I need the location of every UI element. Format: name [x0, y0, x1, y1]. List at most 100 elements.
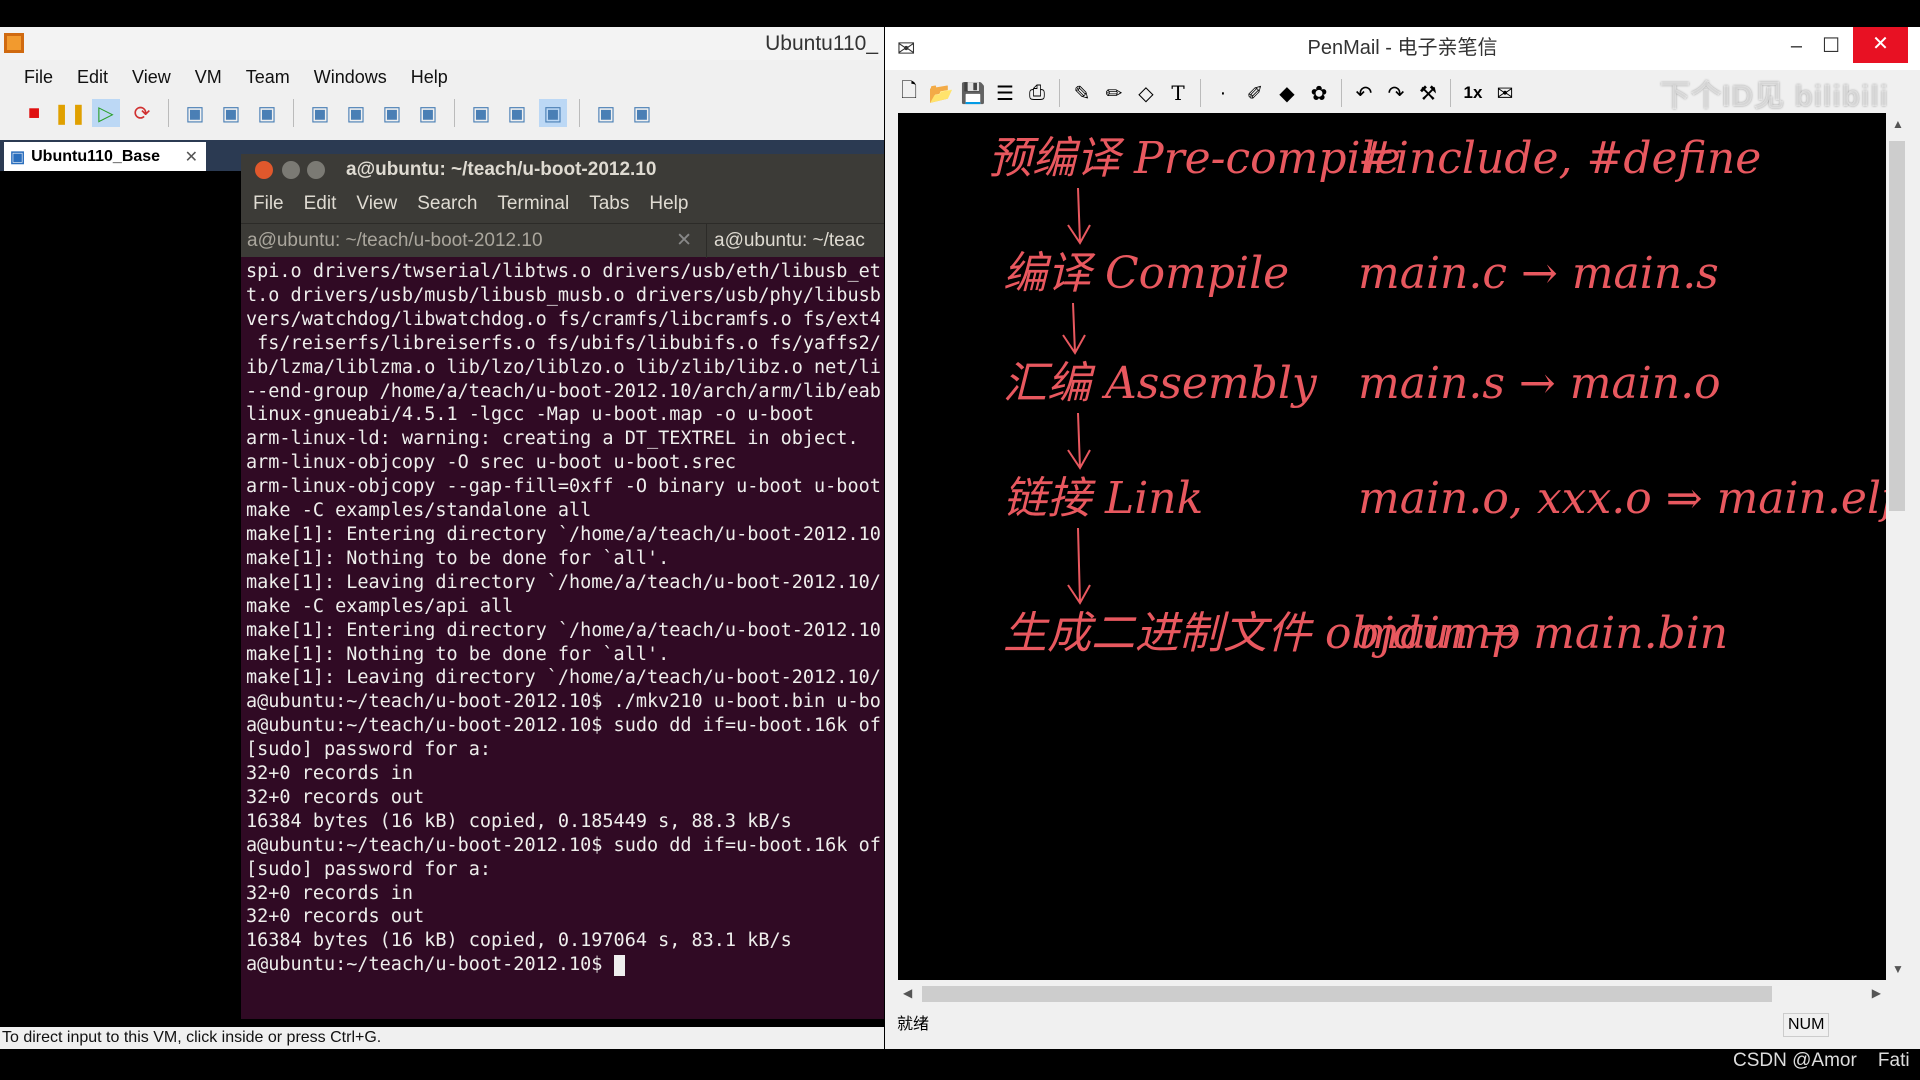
revert-snapshot-icon[interactable]: ▣	[217, 99, 245, 127]
terminal-line: --end-group /home/a/teach/u-boot-2012.10…	[246, 380, 881, 402]
menu-help[interactable]: Help	[399, 67, 460, 88]
vmware-title: Ubuntu110_	[765, 32, 878, 55]
terminal-tab[interactable]: a@ubuntu: ~/teach/u-boot-2012.10 ✕	[241, 224, 707, 258]
properties-icon[interactable]: ☰	[991, 79, 1019, 107]
terminal-line: fs/reiserfs/libreiserfs.o fs/ubifs/libub…	[246, 332, 881, 354]
color-pen-icon[interactable]: ✐	[1241, 79, 1269, 107]
minimize-icon[interactable]: –	[1791, 25, 1802, 68]
thumbnail-icon[interactable]: ▣	[503, 99, 531, 127]
terminal-line: spi.o drivers/twserial/libtws.o drivers/…	[246, 261, 881, 282]
removable-device-icon[interactable]: ▣	[592, 99, 620, 127]
menu-edit[interactable]: Edit	[65, 67, 120, 88]
stamp-icon[interactable]: ✿	[1305, 79, 1333, 107]
menu-file[interactable]: File	[253, 193, 284, 215]
console-view-icon[interactable]: ▣	[306, 99, 334, 127]
menu-team[interactable]: Team	[234, 67, 302, 88]
unity-icon[interactable]: ▣	[414, 99, 442, 127]
terminal-line: make[1]: Leaving directory `/home/a/teac…	[246, 571, 881, 593]
note-right: main.o, xxx.o ⇒ main.elf	[1358, 473, 1886, 524]
text-icon[interactable]: T	[1164, 79, 1192, 107]
close-icon[interactable]	[255, 161, 273, 179]
menu-view[interactable]: View	[356, 193, 397, 215]
extra-text: Fati	[1877, 1050, 1910, 1071]
marker-icon[interactable]: ✏	[1100, 79, 1128, 107]
menu-windows[interactable]: Windows	[302, 67, 399, 88]
eraser-icon[interactable]: ◇	[1132, 79, 1160, 107]
terminal-line: make[1]: Entering directory `/home/a/tea…	[246, 523, 881, 545]
close-icon[interactable]: ✕	[676, 224, 692, 258]
terminal-title-bar: a@ubuntu: ~/teach/u-boot-2012.10	[241, 154, 884, 185]
terminal-line: linux-gnueabi/4.5.1 -lgcc -Map u-boot.ma…	[246, 404, 815, 426]
share-icon[interactable]: ▣	[628, 99, 656, 127]
terminal-line: arm-linux-objcopy -O srec u-boot u-boot.…	[246, 452, 737, 474]
menu-terminal[interactable]: Terminal	[497, 193, 569, 215]
tools-icon[interactable]: ⚒	[1414, 79, 1442, 107]
terminal-line: [sudo] password for a:	[246, 739, 492, 761]
print-icon[interactable]: ⎙	[1023, 79, 1051, 107]
scroll-thumb[interactable]	[922, 986, 1772, 1002]
menu-help[interactable]: Help	[649, 193, 688, 215]
terminal-line: 32+0 records in	[246, 763, 414, 785]
open-icon[interactable]: 📂	[927, 79, 955, 107]
scroll-right-icon[interactable]: ▶	[1872, 986, 1881, 1000]
scroll-down-icon[interactable]: ▼	[1892, 962, 1904, 976]
overlay-credit: CSDN @Amor Fati	[1733, 1050, 1910, 1072]
watermark: 下个ID见 bilibili	[1660, 80, 1889, 113]
penmail-title-bar: ✉ PenMail - 电子亲笔信 – ☐	[885, 27, 1920, 70]
vertical-scrollbar[interactable]: ▲ ▼	[1886, 113, 1908, 980]
dot-size-icon[interactable]: ·	[1209, 79, 1237, 107]
stop-icon[interactable]: ■	[20, 99, 48, 127]
horizontal-scrollbar[interactable]: ◀ ▶	[898, 983, 1886, 1005]
snapshot-manager-icon[interactable]: ▣	[253, 99, 281, 127]
reset-icon[interactable]: ⟳	[128, 99, 156, 127]
terminal-tab[interactable]: a@ubuntu: ~/teac	[708, 224, 884, 258]
pen-icon[interactable]: ✎	[1068, 79, 1096, 107]
arrow-down-icon	[1067, 187, 1091, 245]
note-left: 汇编 Assembly	[1003, 358, 1318, 409]
menu-search[interactable]: Search	[417, 193, 477, 215]
vm-tab[interactable]: ▣ Ubuntu110_Base ✕	[4, 142, 206, 171]
menu-vm[interactable]: VM	[183, 67, 234, 88]
menu-view[interactable]: View	[120, 67, 183, 88]
pause-icon[interactable]: ❚❚	[53, 99, 87, 127]
vmware-menu-bar: File Edit View VM Team Windows Help	[0, 63, 884, 91]
penmail-window: ✉ PenMail - 电子亲笔信 – ☐ ✕ 🗋 📂 💾 ☰ ⎙ ✎ ✏ ◇ T · ✐ ◆ ✿ ↶ ↷ ⚒…	[885, 27, 1920, 1049]
terminal-window[interactable]: a@ubuntu: ~/teach/u-boot-2012.10 File Edi…	[241, 154, 884, 1019]
toolbar-separator	[1059, 79, 1060, 107]
library-icon[interactable]: ▣	[467, 99, 495, 127]
note-left: 链接 Link	[1003, 473, 1203, 524]
maximize-icon[interactable]: ☐	[1822, 25, 1840, 68]
close-icon[interactable]: ✕	[185, 147, 198, 167]
close-button[interactable]: ✕	[1853, 27, 1908, 63]
scroll-thumb[interactable]	[1889, 141, 1905, 511]
menu-tabs[interactable]: Tabs	[589, 193, 629, 215]
save-icon[interactable]: 💾	[959, 79, 987, 107]
scroll-left-icon[interactable]: ◀	[903, 986, 912, 1000]
menu-edit[interactable]: Edit	[304, 193, 337, 215]
snapshot-icon[interactable]: ▣	[181, 99, 209, 127]
quick-switch-icon[interactable]: ▣	[539, 99, 567, 127]
note-left: 编译 Compile	[1003, 248, 1289, 299]
play-icon[interactable]: ▷	[92, 99, 120, 127]
maximize-icon[interactable]	[307, 161, 325, 179]
penmail-toolbar: 🗋 📂 💾 ☰ ⎙ ✎ ✏ ◇ T · ✐ ◆ ✿ ↶ ↷ ⚒ 1x ✉	[895, 76, 1519, 110]
undo-icon[interactable]: ↶	[1350, 79, 1378, 107]
zoom-1x-icon[interactable]: 1x	[1459, 79, 1487, 107]
scroll-up-icon[interactable]: ▲	[1892, 117, 1904, 131]
new-icon[interactable]: 🗋	[895, 79, 923, 107]
handwriting-layer: 预编译 Pre-compile#include, #define 编译 Compi…	[988, 133, 1886, 659]
terminal-output[interactable]: spi.o drivers/twserial/libtws.o drivers/…	[246, 260, 884, 1019]
terminal-line: make[1]: Nothing to be done for `all'.	[246, 547, 670, 569]
fit-guest-icon[interactable]: ▣	[342, 99, 370, 127]
send-icon[interactable]: ✉	[1491, 79, 1519, 107]
redo-icon[interactable]: ↷	[1382, 79, 1410, 107]
full-screen-icon[interactable]: ▣	[378, 99, 406, 127]
note-left: 预编译 Pre-compile	[988, 133, 1401, 184]
drawing-canvas[interactable]: 预编译 Pre-compile #include, #define 编译 Compi…	[898, 113, 1886, 980]
toolbar-separator	[1200, 79, 1201, 107]
terminal-prompt-line: a@ubuntu:~/teach/u-boot-2012.10$	[246, 953, 884, 977]
fill-icon[interactable]: ◆	[1273, 79, 1301, 107]
menu-file[interactable]: File	[12, 67, 65, 88]
minimize-icon[interactable]	[282, 161, 300, 179]
vmware-status-bar: To direct input to this VM, click inside…	[0, 1027, 884, 1049]
